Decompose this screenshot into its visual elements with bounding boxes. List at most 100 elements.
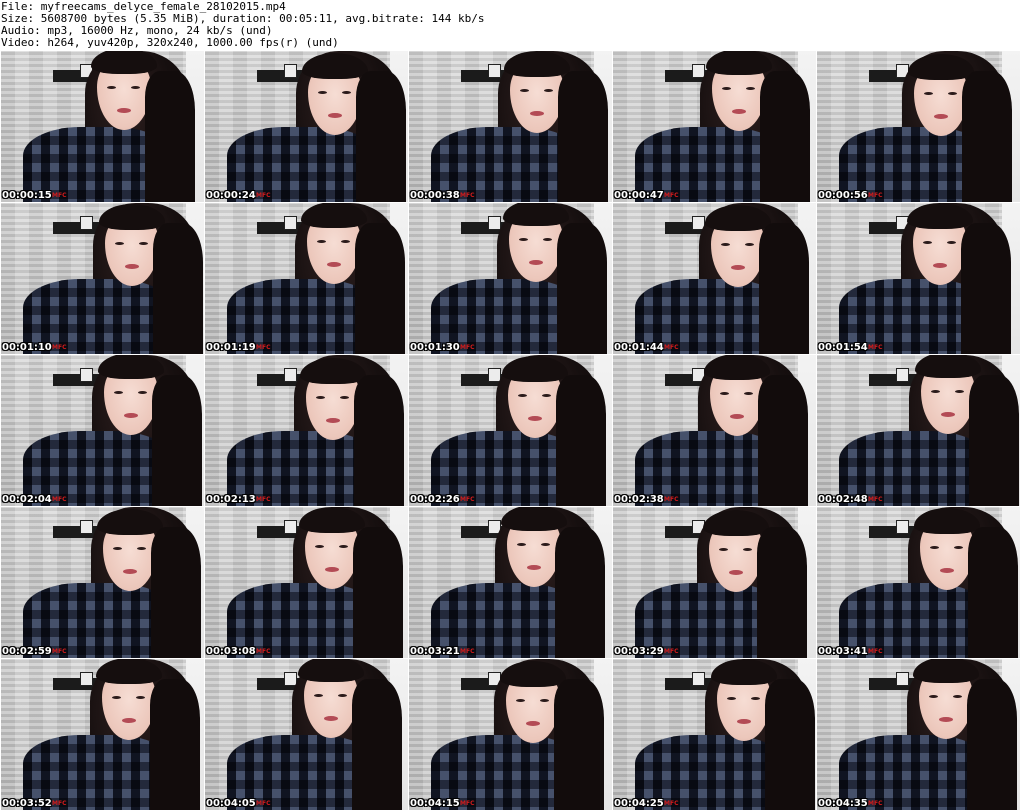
eye [542, 394, 551, 397]
hair-bangs [704, 355, 770, 380]
eye [316, 396, 325, 399]
video-thumbnail: 00:03:52 MFC [1, 659, 204, 810]
hair-side [961, 223, 1011, 354]
video-thumbnail: 00:04:25 MFC [613, 659, 816, 810]
lips [732, 109, 746, 114]
eye [114, 391, 123, 394]
watermark-logo: MFC [460, 496, 475, 503]
file-name-line: File: myfreecams_delyce_female_28102015.… [1, 0, 286, 13]
thumbnail-timestamp: 00:03:08 [206, 646, 256, 657]
eye [931, 390, 940, 393]
lips [730, 414, 744, 419]
hair-side [758, 375, 808, 506]
eye [137, 547, 146, 550]
eye [721, 243, 730, 246]
eye [543, 238, 552, 241]
thumbnail-timestamp: 00:03:52 [2, 798, 52, 809]
hair-side [962, 71, 1012, 202]
thumbnail-timestamp: 00:03:29 [614, 646, 664, 657]
eye [318, 91, 327, 94]
video-thumbnail: 00:00:56 MFC [817, 51, 1020, 202]
hair-bangs [915, 355, 981, 378]
eye [751, 697, 760, 700]
lips [933, 263, 947, 268]
watermark-logo: MFC [52, 648, 67, 655]
watermark-logo: MFC [256, 496, 271, 503]
eye [131, 86, 140, 89]
video-thumbnail: 00:04:05 MFC [205, 659, 408, 810]
eye [955, 390, 964, 393]
video-thumbnail: 00:03:08 MFC [205, 507, 408, 658]
eye [719, 548, 728, 551]
lips [941, 412, 955, 417]
watermark-logo: MFC [460, 648, 475, 655]
lips [324, 716, 338, 721]
lips [527, 565, 541, 570]
thumbnail-timestamp: 00:00:24 [206, 190, 256, 201]
lips [528, 416, 542, 421]
eye [517, 543, 526, 546]
shelf-object [692, 672, 705, 686]
hair-side [969, 375, 1019, 506]
audio-info-line: Audio: mp3, 16000 Hz, mono, 24 kb/s (und… [1, 24, 273, 37]
lips [124, 413, 138, 418]
video-thumbnail: 00:01:10 MFC [1, 203, 204, 354]
watermark-logo: MFC [868, 648, 883, 655]
lips [117, 108, 131, 113]
thumbnail-timestamp: 00:01:54 [818, 342, 868, 353]
eye [930, 546, 939, 549]
thumbnail-timestamp: 00:02:26 [410, 494, 460, 505]
eye [113, 547, 122, 550]
thumbnail-timestamp: 00:01:19 [206, 342, 256, 353]
thumbnail-timestamp: 00:03:41 [818, 646, 868, 657]
watermark-logo: MFC [664, 648, 679, 655]
lips [530, 111, 544, 116]
video-thumbnail: 00:02:48 MFC [817, 355, 1020, 506]
shelf-object [80, 672, 93, 686]
thumbnail-timestamp: 00:02:13 [206, 494, 256, 505]
hair-side [356, 71, 406, 202]
eye [314, 694, 323, 697]
eye [519, 238, 528, 241]
hair-bangs [96, 659, 162, 684]
watermark-logo: MFC [868, 496, 883, 503]
hair-side [153, 223, 203, 354]
lips [326, 418, 340, 423]
eye [540, 699, 549, 702]
video-thumbnail: 00:01:54 MFC [817, 203, 1020, 354]
shelf-object [896, 520, 909, 534]
lips [529, 260, 543, 265]
lips [729, 570, 743, 575]
watermark-logo: MFC [256, 800, 271, 807]
shelf-object [284, 368, 297, 382]
hair-side [555, 527, 605, 658]
eye [727, 697, 736, 700]
thumbnail-timestamp: 00:04:05 [206, 798, 256, 809]
video-thumbnail: 00:04:35 MFC [817, 659, 1020, 810]
lips [327, 262, 341, 267]
watermark-logo: MFC [664, 496, 679, 503]
shelf-object [284, 216, 297, 230]
eye [138, 391, 147, 394]
eye [544, 89, 553, 92]
eye [520, 89, 529, 92]
hair-side [145, 71, 195, 202]
video-thumbnail: 00:03:21 MFC [409, 507, 612, 658]
thumbnail-timestamp: 00:03:21 [410, 646, 460, 657]
lips [123, 569, 137, 574]
info-header: File: myfreecams_delyce_female_28102015.… [0, 0, 1024, 50]
thumbnail-timestamp: 00:02:38 [614, 494, 664, 505]
watermark-logo: MFC [664, 800, 679, 807]
thumbnail-timestamp: 00:00:56 [818, 190, 868, 201]
watermark-logo: MFC [256, 192, 271, 199]
hair-bangs [503, 203, 569, 226]
video-thumbnail: 00:02:38 MFC [613, 355, 816, 506]
eye [746, 87, 755, 90]
eye [516, 699, 525, 702]
lips [325, 567, 339, 572]
thumbnail-timestamp: 00:01:44 [614, 342, 664, 353]
eye [744, 392, 753, 395]
eye [315, 545, 324, 548]
thumbnail-timestamp: 00:04:25 [614, 798, 664, 809]
eye [115, 242, 124, 245]
